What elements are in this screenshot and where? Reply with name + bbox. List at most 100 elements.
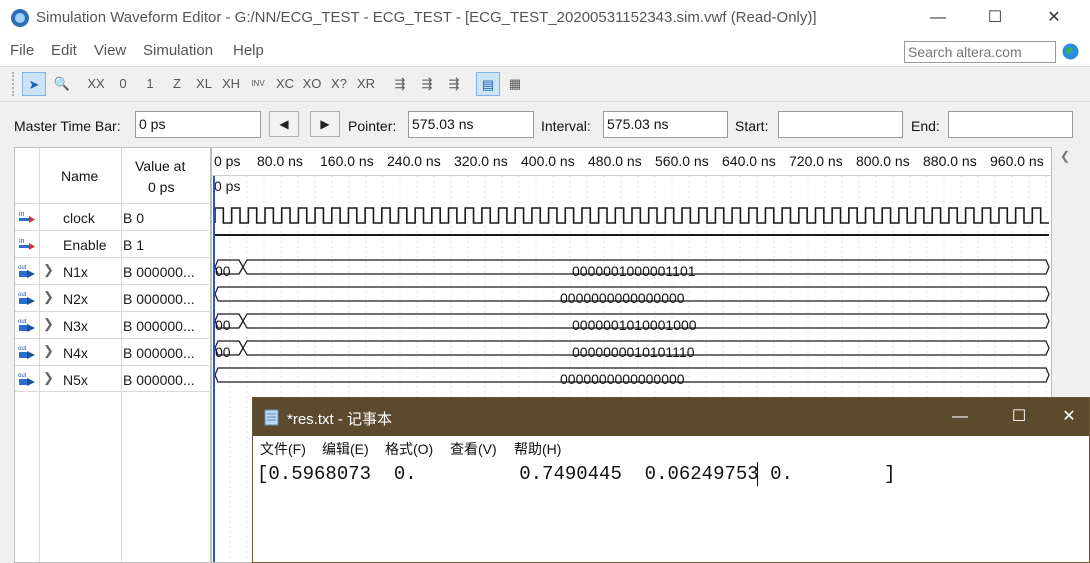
expand-chevron-icon[interactable]: ❯ <box>43 370 54 386</box>
input-pin-icon: in <box>19 211 35 223</box>
app-logo-icon <box>11 9 29 27</box>
notepad-window[interactable]: *res.txt - 记事本 — ☐ ✕ 文件(F) 编辑(E) 格式(O) 查… <box>252 397 1090 563</box>
globe-icon[interactable] <box>1062 43 1079 60</box>
notepad-title-bar[interactable]: *res.txt - 记事本 — ☐ ✕ <box>253 398 1089 436</box>
bus-value: 0000001000001101 <box>572 263 696 279</box>
force-low-icon[interactable]: 0 <box>111 72 135 96</box>
bus-value: 0000000000000000 <box>560 290 685 306</box>
generate-netlist-icon[interactable]: ⇶ <box>442 72 466 96</box>
search-input[interactable] <box>904 41 1056 63</box>
run-timing-simulation-icon[interactable]: ⇶ <box>415 72 439 96</box>
signal-name: clock <box>63 210 95 226</box>
output-pin-icon: out <box>18 319 35 332</box>
value-column-header[interactable]: Value at <box>135 158 185 174</box>
force-high-impedance-icon[interactable]: Z <box>165 72 189 96</box>
toolbar: ➤ 🔍 XX 0 1 Z XL XH INV XC XO X? XR ⇶ ⇶ ⇶… <box>0 66 1090 102</box>
expand-chevron-icon[interactable]: ❯ <box>43 343 54 359</box>
signal-value: B 000000... <box>123 264 195 280</box>
notepad-menu-format[interactable]: 格式(O) <box>385 439 433 459</box>
menu-file[interactable]: File <box>10 42 34 59</box>
signal-row-enable[interactable]: in Enable B 1 <box>15 230 212 257</box>
svg-text:out: out <box>18 346 27 352</box>
bus-initial-value: 00 <box>215 344 231 360</box>
text-caret <box>757 462 758 486</box>
close-button[interactable]: ✕ <box>1031 0 1077 36</box>
signal-name: N3x <box>63 318 88 334</box>
signal-name: N5x <box>63 372 88 388</box>
signal-table: Name Value at 0 ps in clock B 0 in Enabl… <box>14 147 212 563</box>
output-pin-icon: out <box>18 373 35 386</box>
input-pin-icon: in <box>19 238 35 250</box>
svg-text:out: out <box>18 373 27 379</box>
signal-row-clock[interactable]: in clock B 0 <box>15 203 212 230</box>
signal-name: N1x <box>63 264 88 280</box>
overwrite-clock-icon[interactable]: XO <box>300 72 324 96</box>
svg-text:in: in <box>19 211 25 218</box>
invert-icon[interactable]: INV <box>246 72 270 96</box>
end-field[interactable] <box>948 111 1073 138</box>
window-title: Simulation Waveform Editor - G:/NN/ECG_T… <box>36 9 817 26</box>
notepad-menu-bar: 文件(F) 编辑(E) 格式(O) 查看(V) 帮助(H) <box>253 436 1089 460</box>
minimize-button[interactable]: — <box>915 0 961 36</box>
signal-row-n5x[interactable]: out ❯ N5x B 000000... <box>15 365 212 392</box>
output-pin-icon: out <box>18 265 35 278</box>
zoom-tool-icon[interactable]: 🔍 <box>50 72 74 96</box>
notepad-minimize-button[interactable]: — <box>931 398 989 436</box>
clock-waveform <box>214 207 1049 224</box>
next-transition-button[interactable]: ▶ <box>310 111 340 137</box>
expand-chevron-icon[interactable]: ❯ <box>43 289 54 305</box>
random-value-icon[interactable]: XR <box>354 72 378 96</box>
bus-value: 0000000010101110 <box>572 344 695 360</box>
weak-low-icon[interactable]: XL <box>192 72 216 96</box>
run-functional-simulation-icon[interactable]: ⇶ <box>388 72 412 96</box>
grid-view-icon[interactable]: ▦ <box>503 72 527 96</box>
signal-row-n1x[interactable]: out ❯ N1x B 000000... <box>15 257 212 284</box>
signal-row-n2x[interactable]: out ❯ N2x B 000000... <box>15 284 212 311</box>
svg-text:in: in <box>19 238 25 245</box>
force-unknown-icon[interactable]: XX <box>84 72 108 96</box>
menu-edit[interactable]: Edit <box>51 42 77 59</box>
interval-field[interactable]: 575.03 ns <box>603 111 728 138</box>
notepad-menu-edit[interactable]: 编辑(E) <box>322 439 369 459</box>
notepad-maximize-button[interactable]: ☐ <box>990 398 1048 436</box>
waveform-view-icon[interactable]: ▤ <box>476 72 500 96</box>
signal-value: B 000000... <box>123 372 195 388</box>
signal-row-n3x[interactable]: out ❯ N3x B 000000... <box>15 311 212 338</box>
notepad-icon <box>264 409 279 426</box>
signal-name: N2x <box>63 291 88 307</box>
notepad-close-button[interactable]: ✕ <box>1049 398 1089 436</box>
notepad-menu-file[interactable]: 文件(F) <box>260 439 306 459</box>
count-value-icon[interactable]: XC <box>273 72 297 96</box>
bus-value: 0000000000000000 <box>560 371 685 387</box>
notepad-text-area[interactable]: [0.5968073 0. 0.7490445 0.06249753 0. ] <box>257 463 896 485</box>
start-field[interactable] <box>778 111 903 138</box>
master-time-bar-field[interactable]: 0 ps <box>135 111 261 138</box>
select-tool-icon[interactable]: ➤ <box>22 72 46 96</box>
signal-value: B 000000... <box>123 318 195 334</box>
name-column-header[interactable]: Name <box>61 168 98 184</box>
maximize-button[interactable]: ☐ <box>972 0 1018 36</box>
signal-value: B 000000... <box>123 291 195 307</box>
master-time-bar-label: Master Time Bar: <box>14 118 121 134</box>
menu-help[interactable]: Help <box>233 42 264 59</box>
svg-text:out: out <box>18 292 27 298</box>
weak-high-icon[interactable]: XH <box>219 72 243 96</box>
notepad-menu-help[interactable]: 帮助(H) <box>514 439 561 459</box>
bus-initial-value: 00 <box>215 263 231 279</box>
signal-row-n4x[interactable]: out ❯ N4x B 000000... <box>15 338 212 365</box>
previous-transition-button[interactable]: ◀ <box>269 111 299 137</box>
menu-view[interactable]: View <box>94 42 126 59</box>
svg-text:out: out <box>18 265 27 271</box>
scroll-up-icon[interactable]: ❮ <box>1060 149 1070 163</box>
signal-name: Enable <box>63 237 107 253</box>
arbitrary-value-icon[interactable]: X? <box>327 72 351 96</box>
menu-simulation[interactable]: Simulation <box>143 42 213 59</box>
expand-chevron-icon[interactable]: ❯ <box>43 262 54 278</box>
expand-chevron-icon[interactable]: ❯ <box>43 316 54 332</box>
force-high-icon[interactable]: 1 <box>138 72 162 96</box>
notepad-menu-view[interactable]: 查看(V) <box>450 439 497 459</box>
notepad-title: *res.txt - 记事本 <box>287 411 393 428</box>
bus-value: 0000001010001000 <box>572 317 697 333</box>
output-pin-icon: out <box>18 292 35 305</box>
pointer-field[interactable]: 575.03 ns <box>408 111 534 138</box>
